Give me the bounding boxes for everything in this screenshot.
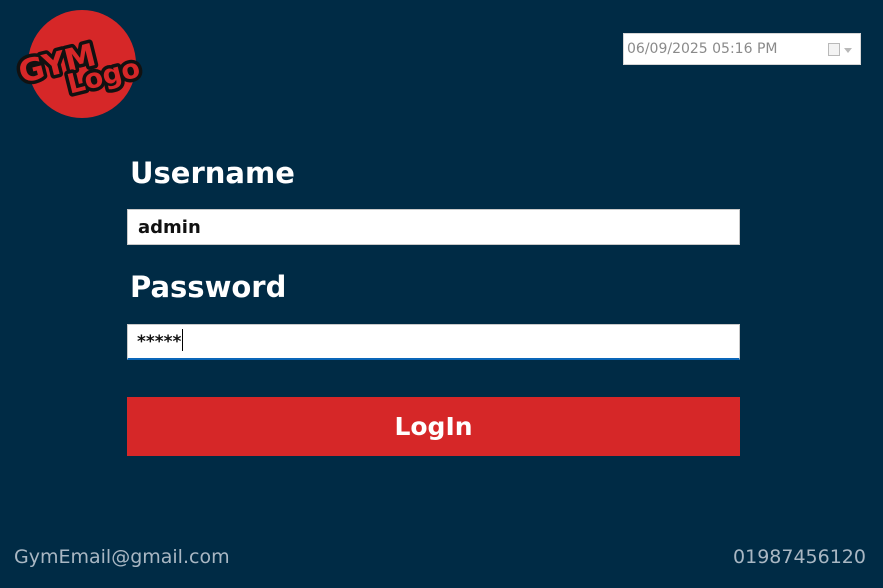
gym-logo-graphic: GYM Logo — [16, 10, 147, 118]
login-button[interactable]: LogIn — [127, 397, 740, 456]
calendar-icon — [828, 43, 840, 56]
date-time-value: 06/09/2025 05:16 PM — [627, 41, 778, 57]
contact-phone: 01987456120 — [733, 546, 866, 568]
password-label: Password — [130, 270, 287, 304]
text-caret — [182, 329, 184, 351]
username-label: Username — [130, 156, 295, 190]
password-field[interactable]: ***** — [127, 324, 740, 360]
chevron-down-icon — [844, 48, 852, 53]
date-time-picker[interactable]: 06/09/2025 05:16 PM — [623, 33, 861, 65]
contact-email: GymEmail@gmail.com — [14, 546, 230, 568]
password-value-wrap: ***** — [137, 329, 184, 352]
gym-logo: GYM Logo — [16, 8, 148, 120]
username-value: admin — [138, 217, 201, 238]
password-value: ***** — [137, 332, 182, 352]
date-picker-button[interactable] — [826, 40, 856, 60]
username-field[interactable]: admin — [127, 209, 740, 245]
